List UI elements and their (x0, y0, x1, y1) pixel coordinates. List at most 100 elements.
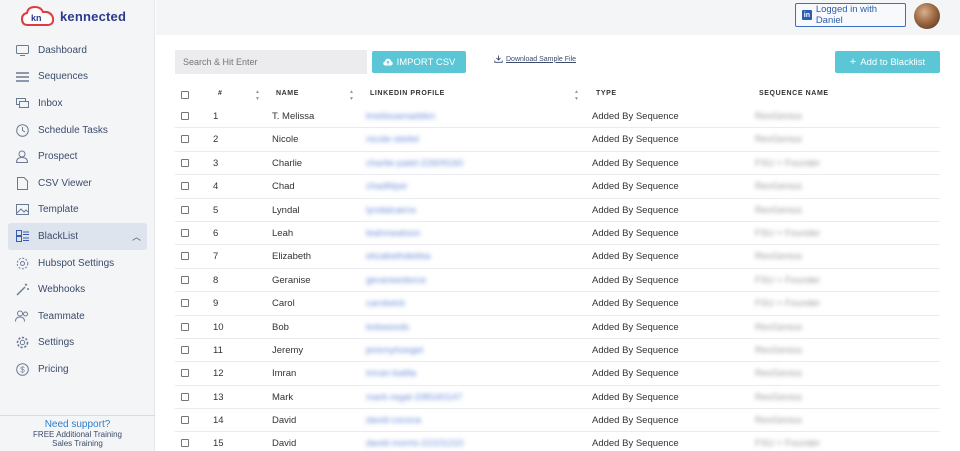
row-linkedin-profile[interactable]: tmelissamadden (366, 111, 435, 122)
row-checkbox[interactable] (181, 322, 189, 331)
row-name: Leah (272, 227, 294, 239)
row-linkedin-profile[interactable]: jeremyhoegel (366, 345, 423, 356)
table-row[interactable]: 14 David david-corona Added By Sequence RevG… (175, 409, 940, 433)
table-row[interactable]: 11 Jeremy jeremyhoegel Added By Sequence Rev… (175, 339, 940, 363)
sidebar-item-webhooks[interactable]: Webhooks (0, 276, 155, 303)
sidebar-item-template[interactable]: Template (0, 197, 155, 224)
table-row[interactable]: 6 Leah leahmeatson Added By Sequence FSU + F… (175, 222, 940, 246)
sidebar-item-prospect[interactable]: Prospect (0, 143, 155, 170)
table-row[interactable]: 2 Nicole nicole-steitel Added By Sequence Re… (175, 128, 940, 152)
row-linkedin-profile[interactable]: chadfdyer (366, 181, 408, 192)
row-checkbox[interactable] (181, 439, 189, 448)
sidebar-item-label: Settings (38, 337, 75, 349)
row-type: Added By Sequence (592, 274, 679, 286)
table-row[interactable]: 3 Charlie charlie-patel-22609160 Added By S… (175, 152, 940, 176)
column-linkedin-profile[interactable]: LINKEDIN PROFILE (370, 90, 445, 97)
sidebar-item-inbox[interactable]: Inbox (0, 90, 155, 117)
row-sequence-name: RevGenius (755, 368, 802, 380)
row-checkbox[interactable] (181, 135, 189, 144)
row-linkedin-profile[interactable]: imran-battla (366, 368, 416, 379)
row-linkedin-profile[interactable]: lyndalcairns (366, 205, 416, 216)
row-linkedin-profile[interactable]: leahmeatson (366, 228, 420, 239)
sidebar-item-dashboard[interactable]: Dashboard (0, 37, 155, 64)
row-checkbox[interactable] (181, 228, 189, 237)
table-row[interactable]: 12 Imran imran-battla Added By Sequence RevG… (175, 362, 940, 386)
table-row[interactable]: 7 Elizabeth elizabethdebba Added By Sequenc… (175, 245, 940, 269)
search-input[interactable] (175, 50, 367, 74)
row-linkedin-profile[interactable]: geranisedorce (366, 275, 426, 286)
table-row[interactable]: 4 Chad chadfdyer Added By Sequence RevGenius (175, 175, 940, 199)
row-type: Added By Sequence (592, 321, 679, 333)
table-row[interactable]: 13 Mark mark-regal-338160147 Added By Seque… (175, 386, 940, 410)
sort-name-icon[interactable]: ▲ ▼ (349, 89, 354, 103)
row-linkedin-profile[interactable]: charlie-patel-22609160 (366, 158, 463, 169)
row-checkbox[interactable] (181, 275, 189, 284)
sort-number-icon[interactable]: ▲ ▼ (255, 89, 260, 103)
row-sequence-name: RevGenius (755, 415, 802, 427)
row-number: 10 (213, 321, 224, 333)
logged-in-label: Logged in with Daniel (815, 4, 878, 26)
avatar[interactable] (914, 3, 940, 29)
row-linkedin-profile[interactable]: mark-regal-338160147 (366, 392, 462, 403)
table-row[interactable]: 10 Bob bobwoods Added By Sequence RevGenius (175, 316, 940, 339)
table-row[interactable]: 15 David david-morris-22101210 Added By Seq… (175, 432, 940, 451)
table-row[interactable]: 5 Lyndal lyndalcairns Added By Sequence RevG… (175, 199, 940, 222)
row-linkedin-profile[interactable]: carolwick (366, 298, 405, 309)
column-number[interactable]: # (218, 90, 223, 97)
sidebar: kn kennected Dashboard Sequences Inbox Sche… (0, 0, 155, 451)
row-checkbox[interactable] (181, 158, 189, 167)
row-linkedin-profile[interactable]: david-morris-22101210 (366, 438, 464, 449)
sidebar-item-label: Schedule Tasks (38, 124, 108, 136)
sidebar-item-schedule-tasks[interactable]: Schedule Tasks (0, 117, 155, 144)
sidebar-item-blacklist[interactable]: BlackList ︿ (8, 223, 147, 250)
row-sequence-name: FSU + Founder (755, 438, 821, 450)
cloud-upload-icon (382, 58, 393, 66)
row-checkbox[interactable] (181, 112, 189, 120)
row-linkedin-profile[interactable]: nicole-steitel (366, 134, 419, 145)
column-sequence-name[interactable]: SEQUENCE NAME (759, 90, 829, 97)
row-checkbox[interactable] (181, 252, 189, 261)
row-checkbox[interactable] (181, 369, 189, 378)
sidebar-item-pricing[interactable]: $ Pricing (0, 356, 155, 383)
add-to-blacklist-button[interactable]: + Add to Blacklist (835, 51, 940, 73)
support-sales-link[interactable]: Sales Training (0, 439, 155, 448)
sidebar-item-hubspot-settings[interactable]: Hubspot Settings (0, 250, 155, 277)
sidebar-item-csv-viewer[interactable]: CSV Viewer (0, 170, 155, 197)
table-row[interactable]: 8 Geranise geranisedorce Added By Sequence F… (175, 269, 940, 293)
table-row[interactable]: 1 T. Melissa tmelissamadden Added By Sequen… (175, 105, 940, 129)
select-all-checkbox[interactable] (181, 91, 189, 99)
sort-linkedin-icon[interactable]: ▲ ▼ (574, 89, 579, 103)
row-checkbox[interactable] (181, 299, 189, 308)
row-checkbox[interactable] (181, 182, 189, 191)
row-linkedin-profile[interactable]: david-corona (366, 415, 421, 426)
logged-in-button[interactable]: in Logged in with Daniel (795, 3, 906, 27)
row-type: Added By Sequence (592, 368, 679, 380)
row-linkedin-profile[interactable]: bobwoods (366, 322, 409, 333)
row-sequence-name: RevGenius (755, 111, 802, 122)
row-sequence-name: RevGenius (755, 344, 802, 356)
row-checkbox[interactable] (181, 416, 189, 425)
column-name[interactable]: NAME (276, 90, 299, 97)
row-checkbox[interactable] (181, 392, 189, 401)
brand-logo[interactable]: kn kennected (20, 4, 126, 28)
row-sequence-name: FSU + Founder (755, 298, 821, 310)
row-sequence-name: RevGenius (755, 181, 802, 193)
chevron-up-icon[interactable]: ︿ (132, 230, 141, 243)
sidebar-item-settings[interactable]: Settings (0, 330, 155, 357)
row-name: Carol (272, 298, 295, 310)
chat-icon (14, 95, 30, 111)
sidebar-item-sequences[interactable]: Sequences (0, 64, 155, 91)
row-linkedin-profile[interactable]: elizabethdebba (366, 251, 430, 262)
row-checkbox[interactable] (181, 345, 189, 354)
row-name: Mark (272, 391, 294, 403)
column-type[interactable]: TYPE (596, 90, 617, 97)
download-sample-label: Download Sample File (506, 55, 577, 63)
table-row[interactable]: 9 Carol carolwick Added By Sequence FSU + Fo… (175, 292, 940, 316)
row-checkbox[interactable] (181, 205, 189, 214)
support-title[interactable]: Need support? (0, 419, 155, 430)
download-sample-link[interactable]: Download Sample File (494, 55, 576, 63)
support-training-link[interactable]: FREE Additional Training (0, 430, 155, 439)
sidebar-item-teammate[interactable]: Teammate (0, 303, 155, 330)
import-csv-button[interactable]: IMPORT CSV (372, 51, 466, 73)
row-number: 11 (213, 344, 223, 356)
